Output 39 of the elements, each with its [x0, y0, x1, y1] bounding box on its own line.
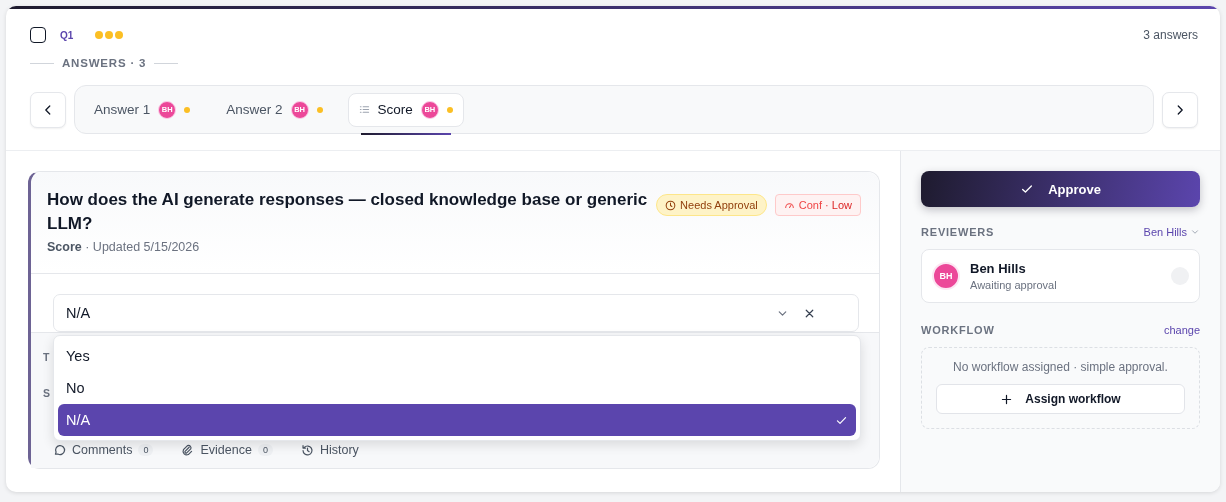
section-label: WORKFLOW [921, 324, 995, 336]
question-id: Q1 [60, 29, 74, 41]
chevron-down-icon [1190, 227, 1200, 237]
approve-button[interactable]: Approve [921, 171, 1200, 207]
footer-tab[interactable]: History [300, 443, 359, 457]
answer-count: 3 answers [1143, 28, 1198, 42]
change-link[interactable]: change [1163, 324, 1200, 336]
avatar: BH [932, 262, 960, 290]
workflow-note: No workflow assigned · simple approval. [953, 360, 1168, 374]
field-label: T [43, 351, 50, 363]
footer-tab[interactable]: Evidence 0 [181, 443, 273, 457]
check-icon [1020, 182, 1035, 196]
confidence-badge: Conf · Low [774, 194, 861, 216]
answer-select[interactable]: N/A [53, 294, 859, 332]
status-badge: Needs Approval [656, 194, 767, 216]
speech-bubble-icon [53, 443, 66, 457]
dropdown-option[interactable]: Yes [58, 340, 856, 372]
assign-workflow-button[interactable]: Assign workflow [936, 384, 1185, 414]
next-button[interactable] [1162, 91, 1198, 128]
reviewer-name: Ben Hills [970, 261, 1027, 276]
previous-button[interactable] [30, 91, 66, 128]
footer-tab[interactable]: Comments 0 [53, 443, 154, 457]
question-meta: Score · Updated 5/15/2026 [47, 240, 201, 254]
section-label: REVIEWERS [921, 226, 995, 238]
field-label: S [43, 387, 50, 399]
reviewer-filter[interactable]: Ben Hills [1143, 226, 1200, 238]
section-label: ANSWERS · 3 [62, 57, 147, 69]
dropdown-option[interactable]: No [58, 372, 856, 404]
count-badge: 0 [138, 444, 154, 456]
question-title: How does the AI generate responses — closed knowledge base or generic LLM? [47, 189, 649, 235]
checkbox[interactable] [30, 27, 46, 43]
list-icon [358, 104, 370, 115]
count-badge: 0 [257, 444, 273, 456]
paperclip-icon [181, 443, 195, 457]
clock-icon [665, 199, 677, 211]
dropdown-option[interactable]: N/A [58, 404, 856, 436]
history-icon [300, 443, 314, 457]
reviewer-status: Awaiting approval [970, 279, 1057, 291]
plus-icon [1000, 392, 1014, 406]
